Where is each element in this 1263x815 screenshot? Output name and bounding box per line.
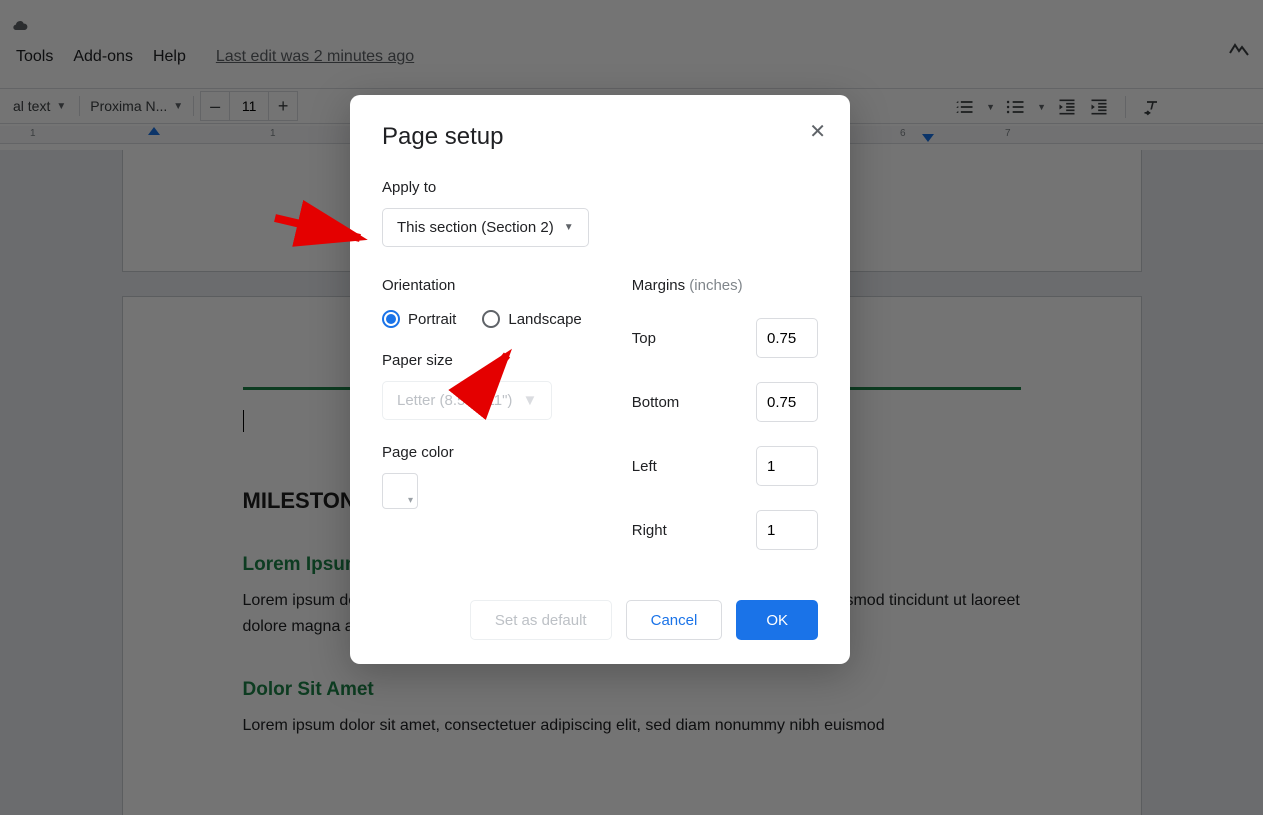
paper-size-value: Letter (8.5" x 11") <box>397 392 512 409</box>
margins-label: Margins (inches) <box>632 277 818 294</box>
chevron-down-icon: ▼ <box>522 392 537 409</box>
ok-button[interactable]: OK <box>736 600 818 640</box>
margin-bottom-input[interactable] <box>756 382 818 422</box>
close-icon[interactable]: ✕ <box>809 119 826 144</box>
portrait-label: Portrait <box>408 311 456 328</box>
apply-to-select[interactable]: This section (Section 2) ▼ <box>382 208 589 247</box>
margin-top-input[interactable] <box>756 318 818 358</box>
margin-bottom-label: Bottom <box>632 394 680 411</box>
margin-left-label: Left <box>632 458 657 475</box>
margin-right-input[interactable] <box>756 510 818 550</box>
orientation-label: Orientation <box>382 277 582 294</box>
chevron-down-icon: ▼ <box>564 222 574 233</box>
set-as-default-button[interactable]: Set as default <box>470 600 612 640</box>
margin-right-label: Right <box>632 522 667 539</box>
margins-column: Margins (inches) Top Bottom Left Right <box>632 277 818 550</box>
page-color-picker[interactable] <box>382 473 418 509</box>
apply-to-value: This section (Section 2) <box>397 219 554 236</box>
apply-to-label: Apply to <box>382 179 818 196</box>
landscape-label: Landscape <box>508 311 581 328</box>
paper-size-select: Letter (8.5" x 11") ▼ <box>382 381 552 420</box>
orientation-column: Orientation Portrait Landscape Paper siz… <box>382 277 582 550</box>
page-setup-dialog: ✕ Page setup Apply to This section (Sect… <box>350 95 850 664</box>
cancel-button[interactable]: Cancel <box>626 600 723 640</box>
page-color-label: Page color <box>382 444 582 461</box>
radio-unselected-icon <box>482 310 500 328</box>
margin-top-label: Top <box>632 330 656 347</box>
landscape-radio[interactable]: Landscape <box>482 310 581 328</box>
radio-selected-icon <box>382 310 400 328</box>
dialog-title: Page setup <box>382 123 818 151</box>
portrait-radio[interactable]: Portrait <box>382 310 456 328</box>
paper-size-label: Paper size <box>382 352 582 369</box>
margin-left-input[interactable] <box>756 446 818 486</box>
